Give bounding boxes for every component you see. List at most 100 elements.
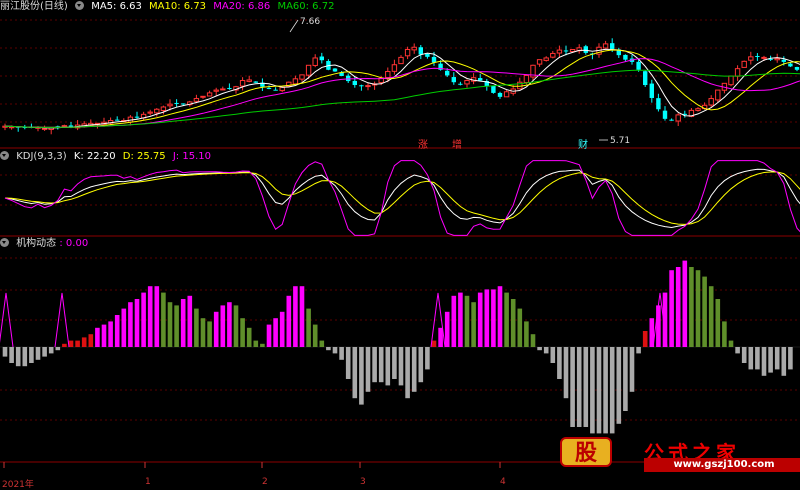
candle-body <box>649 83 654 98</box>
histogram-bar <box>517 308 523 347</box>
histogram-bar <box>29 347 34 363</box>
candle-body <box>61 125 68 128</box>
x-label-3: 3 <box>360 477 366 487</box>
histogram-bar <box>279 311 285 347</box>
histogram-bar <box>497 286 503 347</box>
histogram-bar <box>147 286 153 347</box>
histogram-bar <box>616 347 622 424</box>
histogram-bar <box>583 347 589 427</box>
histogram-bar <box>557 347 562 379</box>
kdj-d-line <box>4 171 800 225</box>
histogram-bar <box>312 324 318 347</box>
candle-body <box>253 81 258 83</box>
candle-body <box>556 49 563 54</box>
histogram-bar <box>42 347 47 357</box>
settings-toggle-icon[interactable] <box>75 1 84 10</box>
histogram-bar <box>167 302 173 347</box>
candle-body <box>643 71 648 86</box>
histogram-bar <box>761 347 767 376</box>
histogram-bar <box>642 331 648 347</box>
candle-body <box>523 74 530 84</box>
candle-body <box>213 89 219 92</box>
candle-body <box>563 50 569 52</box>
histogram-bar <box>326 347 331 351</box>
histogram-bar <box>213 311 219 347</box>
histogram-bar <box>95 327 100 347</box>
candle-body <box>748 56 754 61</box>
stock-title: 丽江股份(日线) <box>0 1 68 12</box>
candle-body <box>458 83 463 85</box>
event-marker-zeng: 增 <box>452 138 462 151</box>
histogram-bar <box>352 347 358 399</box>
histogram-bar <box>768 347 773 373</box>
candle-body <box>398 56 404 65</box>
candle-body <box>623 54 628 60</box>
histogram-bar <box>101 324 107 347</box>
histogram-bar <box>689 267 694 347</box>
histogram-bar <box>154 286 160 347</box>
candle-body <box>365 85 371 88</box>
candle-body <box>451 77 456 83</box>
candle-body <box>431 56 437 63</box>
histogram-bar <box>510 299 516 347</box>
candle-body <box>602 43 609 49</box>
histogram-bar <box>477 292 483 347</box>
histogram-bar <box>293 286 298 347</box>
candle-body <box>662 110 668 119</box>
high-price-label: 7.66 <box>300 17 320 27</box>
histogram-bar <box>695 270 701 347</box>
histogram-bar <box>240 318 245 347</box>
ma60-label: MA60: 6.72 <box>277 1 335 12</box>
candle-body <box>404 49 411 57</box>
histogram-bar <box>306 308 311 347</box>
histogram-bar <box>398 347 404 386</box>
histogram-bar <box>108 321 113 347</box>
histogram-bar <box>35 347 41 360</box>
candle-body <box>491 85 496 93</box>
candle-body <box>181 103 186 105</box>
candle-body <box>411 46 417 51</box>
chart-stage: 7.66 5.71 涨 增 财 <box>0 17 800 468</box>
kdj-j-label: J: 15.10 <box>172 151 211 162</box>
histogram-bar <box>675 267 681 347</box>
histogram-bar <box>682 260 688 347</box>
candle-body <box>147 111 153 114</box>
histogram-bar <box>458 292 463 347</box>
histogram-bar <box>378 347 384 383</box>
histogram-bar <box>207 321 212 347</box>
inst-value: : 0.00 <box>59 238 89 249</box>
histogram-bar <box>345 347 351 379</box>
watermark: 股 公式之家 www.gszj100.com <box>560 437 800 472</box>
histogram-bar <box>715 299 721 347</box>
histogram-bar <box>9 347 14 363</box>
histogram-bar <box>438 327 443 347</box>
x-label-4: 4 <box>500 477 506 487</box>
histogram-bar <box>359 347 364 405</box>
histogram-bar <box>741 347 747 363</box>
candle-body <box>675 114 681 122</box>
candle-body <box>200 95 206 98</box>
candle-body <box>536 59 543 65</box>
candle-body <box>794 67 800 70</box>
histogram-bar <box>332 347 338 354</box>
candle-body <box>160 106 167 111</box>
histogram-bar <box>576 347 582 427</box>
histogram-bar <box>286 295 292 347</box>
kdj-k-label: K: 22.20 <box>73 151 116 162</box>
candle-body <box>656 98 661 110</box>
histogram-bar <box>418 347 424 383</box>
kdj-toggle-icon[interactable] <box>0 151 9 160</box>
histogram-bar <box>590 347 595 434</box>
candle-body <box>734 68 741 77</box>
histogram-bar <box>530 334 536 347</box>
histogram-bar <box>253 340 259 347</box>
candle-body <box>332 68 338 72</box>
inst-toggle-icon[interactable] <box>0 238 9 247</box>
candle-body <box>781 59 786 62</box>
histogram-bar <box>708 286 714 347</box>
ma10-label: MA10: 6.73 <box>149 1 207 12</box>
candle-body <box>445 70 450 76</box>
histogram-bar <box>550 347 556 363</box>
candlestick-series <box>2 38 800 135</box>
histogram-bar <box>788 347 793 370</box>
